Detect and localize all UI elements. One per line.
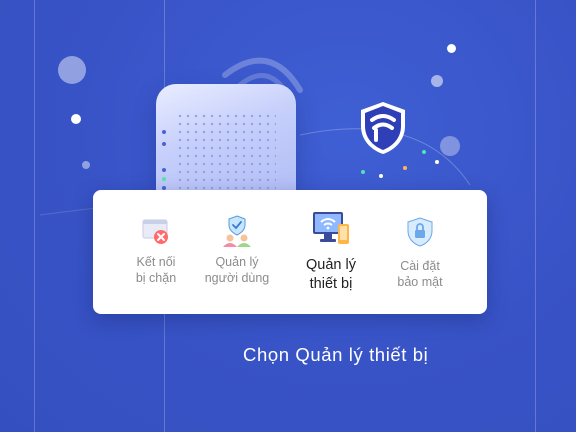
menu-card: Kết nối bị chặn Quản lý người dùng Quản … — [93, 190, 487, 314]
illustration-stage: Kết nối bị chặn Quản lý người dùng Quản … — [0, 0, 576, 432]
devices-icon — [313, 212, 349, 244]
blocked-connection-icon — [142, 219, 168, 244]
instruction-caption: Chọn Quản lý thiết bị — [243, 344, 429, 365]
menu-item-blocked-connections[interactable]: Kết nối bị chặn — [111, 190, 201, 314]
decor-dot — [71, 114, 81, 124]
menu-item-label: Cài đặt bảo mật — [397, 259, 443, 289]
menu-item-security-settings[interactable]: Cài đặt bảo mật — [375, 190, 465, 314]
decor-bubble — [58, 56, 86, 84]
router-led — [162, 130, 166, 134]
menu-item-user-management[interactable]: Quản lý người dùng — [192, 190, 282, 314]
shield-logo-icon — [361, 102, 405, 154]
menu-item-label: Quản lý thiết bị — [306, 257, 356, 292]
menu-item-device-management[interactable]: Quản lý thiết bị — [286, 190, 376, 314]
router-led — [162, 177, 166, 181]
security-lock-icon — [407, 217, 433, 247]
decor-dot — [431, 75, 443, 87]
menu-item-label: Kết nối bị chặn — [135, 255, 177, 285]
decor-bubble — [440, 136, 460, 156]
decor-dot — [447, 44, 456, 53]
router-led — [162, 168, 166, 172]
router-led — [162, 142, 166, 146]
users-shield-icon — [223, 215, 251, 247]
menu-item-label: Quản lý người dùng — [204, 255, 270, 285]
decor-dot — [82, 161, 90, 169]
